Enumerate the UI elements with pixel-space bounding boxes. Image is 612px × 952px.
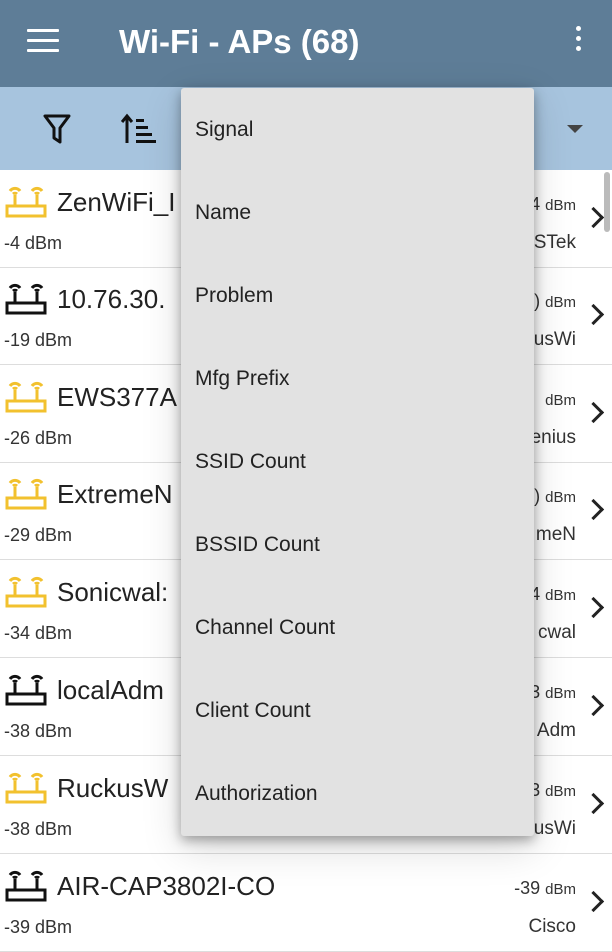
scrollbar[interactable] <box>604 172 610 232</box>
ap-manufacturer: usWi <box>533 818 576 839</box>
ap-name: AIR-CAP3802I-CO <box>57 871 276 901</box>
access-point-router-icon <box>5 283 47 315</box>
sort-option-client-count[interactable]: Client Count <box>181 669 534 752</box>
ap-signal-right: 3 dBm <box>530 682 576 703</box>
ap-manufacturer: meN <box>535 524 576 545</box>
ap-manufacturer: usWi <box>533 329 576 350</box>
caret-down-icon[interactable] <box>567 125 583 133</box>
sort-option-authorization[interactable]: Authorization <box>181 752 534 835</box>
ap-list-item[interactable]: AIR-CAP3802I-CO -39 dBm -39 dBm Cisco <box>0 854 612 952</box>
ap-signal-right: dBm <box>545 389 576 410</box>
ap-signal-right-unit: dBm <box>545 783 576 800</box>
access-point-router-icon <box>5 478 47 510</box>
access-point-router-icon <box>5 381 47 413</box>
sort-icon[interactable] <box>121 113 159 145</box>
chevron-right-icon[interactable] <box>582 596 605 619</box>
access-point-router-icon <box>5 576 47 608</box>
ap-signal: -4 dBm <box>4 233 63 253</box>
sort-option-bssid-count[interactable]: BSSID Count <box>181 503 534 586</box>
ap-signal: -19 dBm <box>4 330 73 350</box>
ap-signal: -26 dBm <box>4 428 73 448</box>
ap-signal-right: 3 dBm <box>530 780 576 801</box>
ap-manufacturer: Cisco <box>528 916 576 937</box>
ap-signal-right-unit: dBm <box>545 197 576 214</box>
chevron-right-icon[interactable] <box>582 401 605 424</box>
ap-signal-right-unit: dBm <box>545 392 576 409</box>
chevron-right-icon[interactable] <box>582 303 605 326</box>
sort-option-name[interactable]: Name <box>181 171 534 254</box>
ap-signal-right: 4 dBm <box>530 584 576 605</box>
ap-manufacturer: cwal <box>537 622 576 643</box>
ap-signal-right-unit: dBm <box>545 489 576 506</box>
ap-signal: -39 dBm <box>4 917 73 937</box>
chevron-right-icon[interactable] <box>582 792 605 815</box>
ap-signal-right-value: ) <box>534 291 541 311</box>
ap-manufacturer: enius <box>530 427 576 448</box>
ap-signal-right: 4 dBm <box>530 194 576 215</box>
sort-option-signal[interactable]: Signal <box>181 88 534 171</box>
ap-manufacturer: STek <box>533 232 576 253</box>
ap-signal-right: -39 dBm <box>514 878 576 899</box>
page-title: Wi-Fi - APs (68) <box>119 23 360 60</box>
ap-signal-right: ) dBm <box>534 291 576 312</box>
ap-signal-right: ) dBm <box>534 486 576 507</box>
ap-manufacturer: Adm <box>536 720 576 741</box>
ap-signal-right-unit: dBm <box>545 685 576 702</box>
sort-dropdown-menu: Signal Name Problem Mfg Prefix SSID Count BSS… <box>181 88 534 836</box>
chevron-right-icon[interactable] <box>582 694 605 717</box>
app-bar: Wi-Fi - APs (68) <box>0 0 612 87</box>
access-point-router-icon <box>5 674 47 706</box>
access-point-router-icon <box>5 870 47 902</box>
sort-option-channel-count[interactable]: Channel Count <box>181 586 534 669</box>
filter-icon[interactable] <box>43 113 71 145</box>
hamburger-menu-icon[interactable] <box>27 29 59 53</box>
access-point-router-icon <box>5 186 47 218</box>
ap-signal-right-value: -39 <box>514 878 541 898</box>
ap-signal: -38 dBm <box>4 819 73 839</box>
more-vertical-icon[interactable] <box>572 26 584 56</box>
ap-signal: -29 dBm <box>4 525 73 545</box>
chevron-right-icon[interactable] <box>582 498 605 521</box>
ap-signal-right-unit: dBm <box>545 881 576 898</box>
ap-signal: -34 dBm <box>4 623 73 643</box>
ap-signal-right-unit: dBm <box>545 294 576 311</box>
sort-option-ssid-count[interactable]: SSID Count <box>181 420 534 503</box>
access-point-router-icon <box>5 772 47 804</box>
sort-option-mfg-prefix[interactable]: Mfg Prefix <box>181 337 534 420</box>
ap-signal-right-unit: dBm <box>545 587 576 604</box>
ap-signal: -38 dBm <box>4 721 73 741</box>
sort-option-problem[interactable]: Problem <box>181 254 534 337</box>
chevron-right-icon[interactable] <box>582 206 605 229</box>
chevron-right-icon[interactable] <box>582 890 605 913</box>
ap-signal-right-value: ) <box>534 486 541 506</box>
